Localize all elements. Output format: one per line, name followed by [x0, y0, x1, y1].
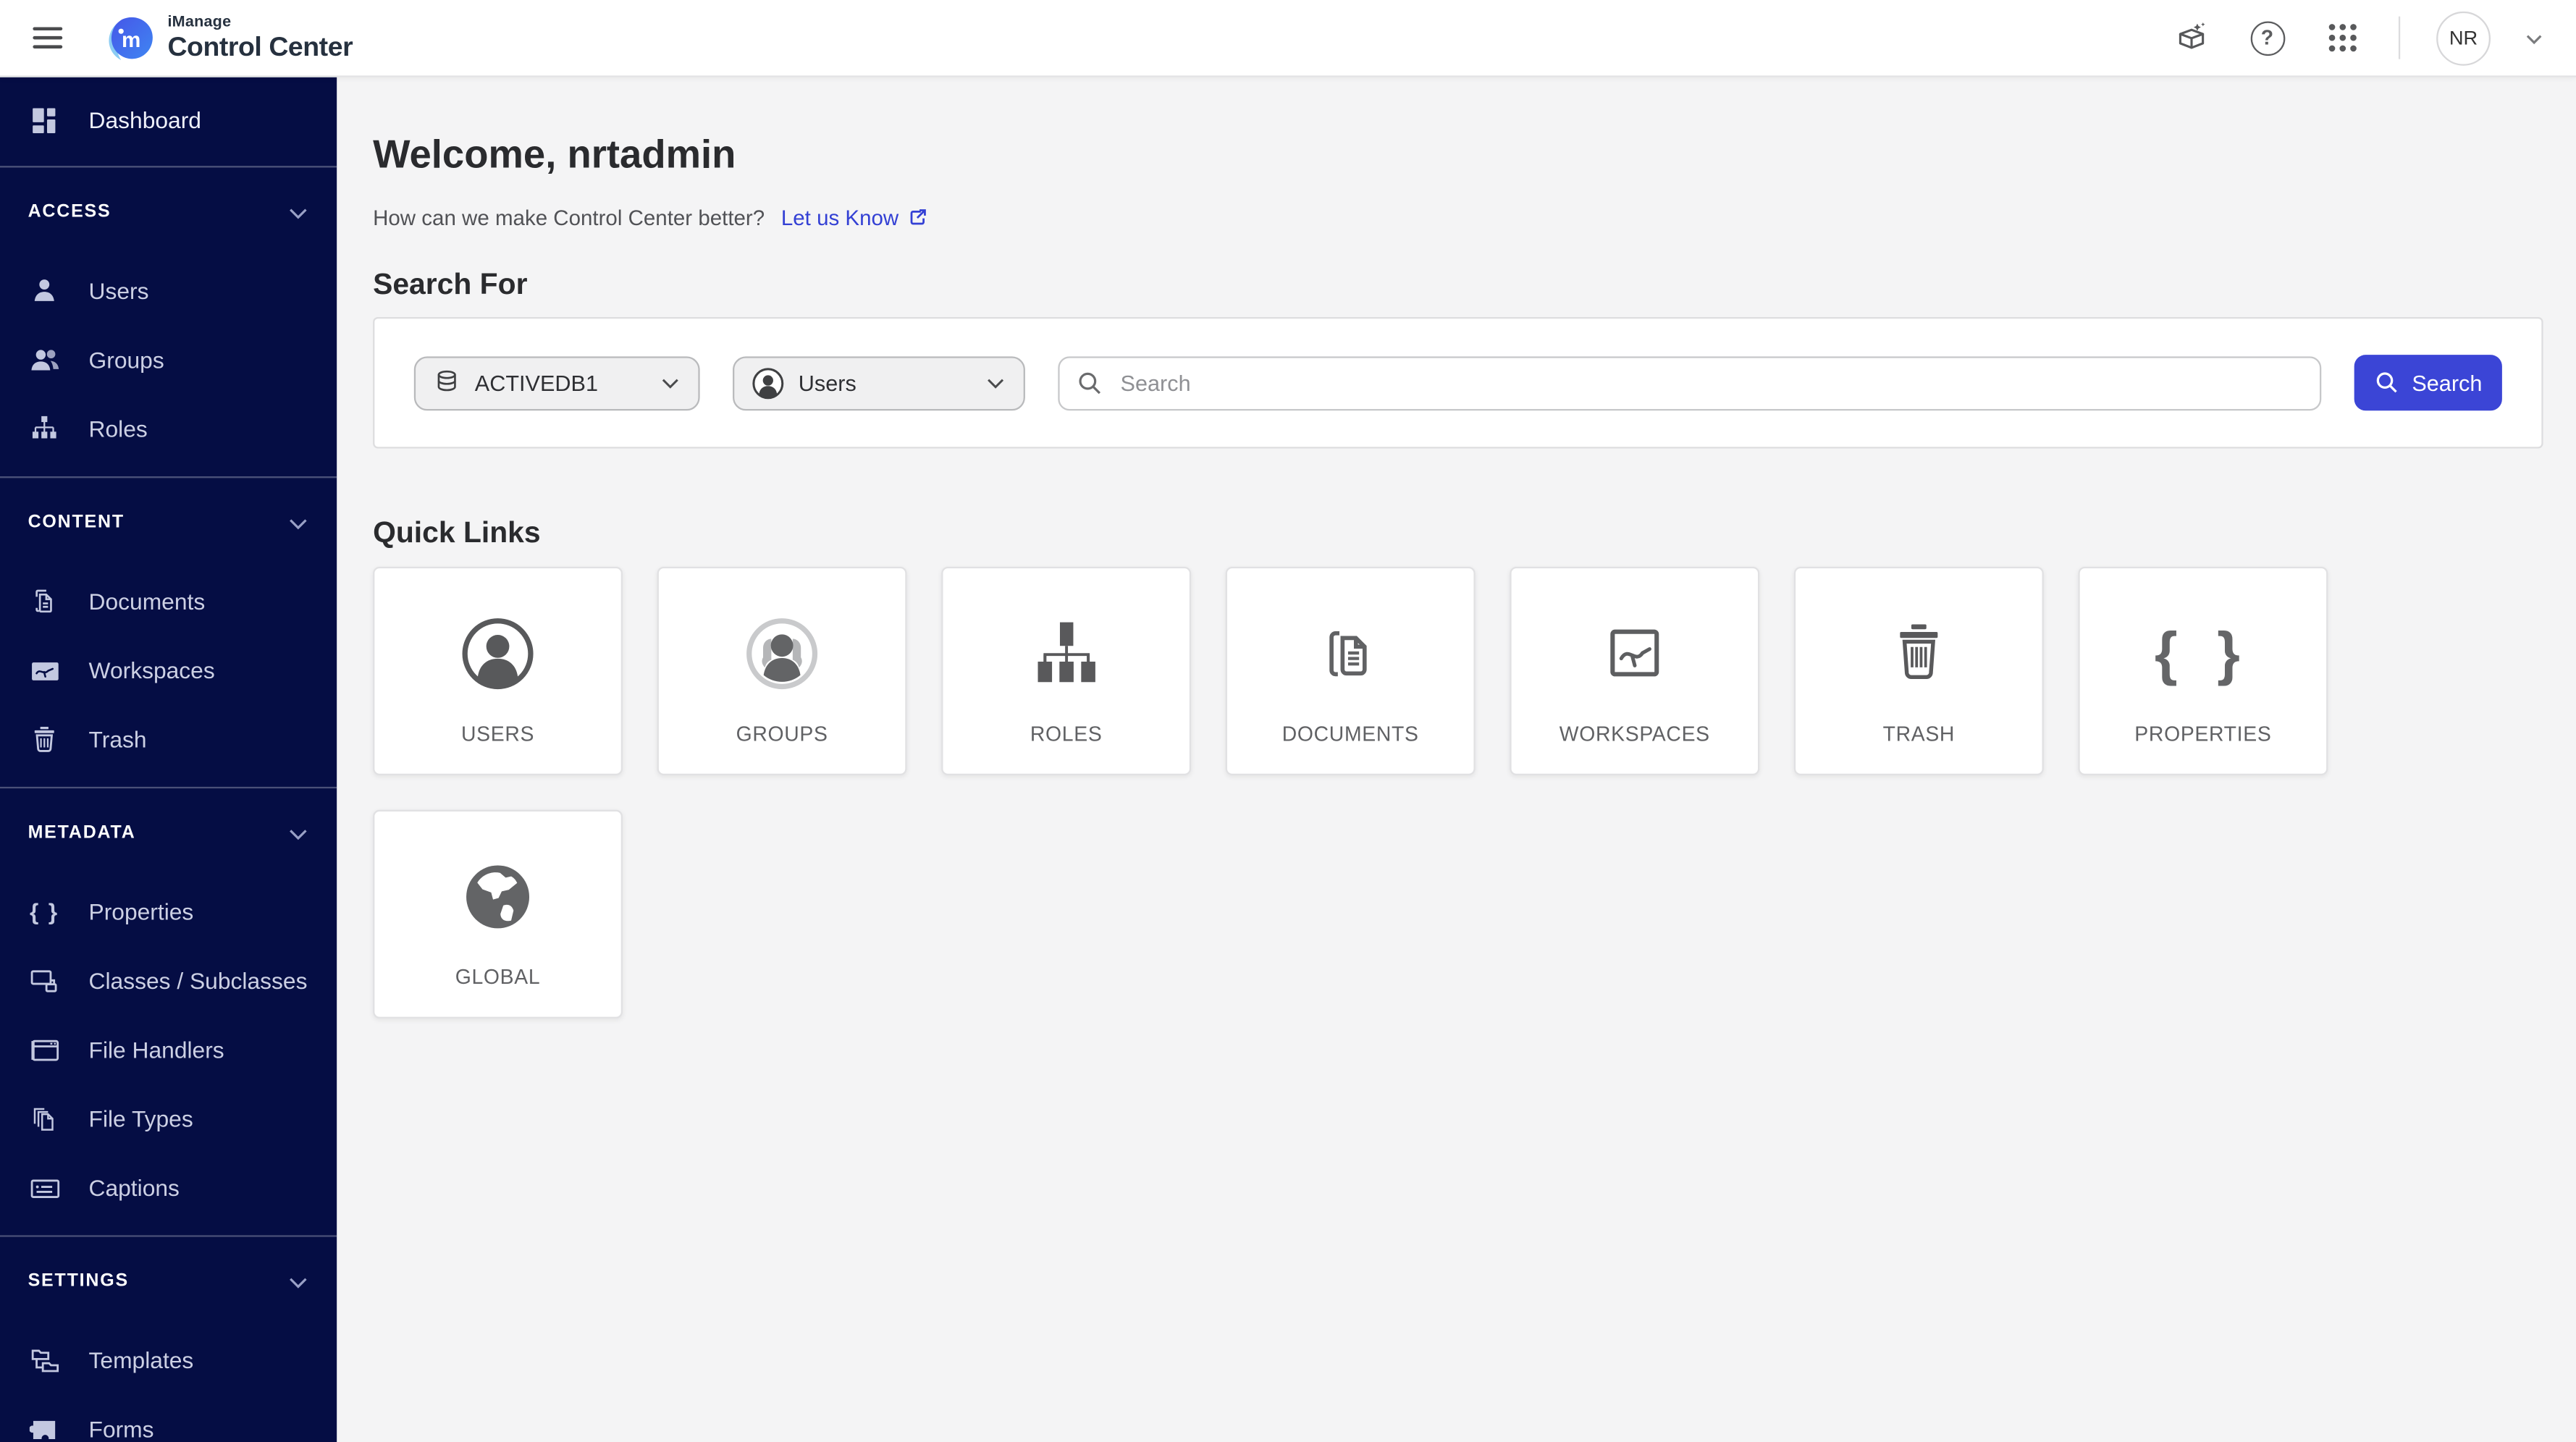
sidebar-nav: Dashboard ACCESS Users Groups Roles CONT…	[0, 77, 337, 1442]
chevron-down-icon	[290, 1277, 307, 1288]
sidebar-divider	[0, 476, 337, 478]
database-icon	[437, 370, 456, 392]
avatar-initials: NR	[2449, 26, 2478, 50]
sidebar-divider	[0, 166, 337, 168]
sidebar-section-access[interactable]: ACCESS	[0, 187, 337, 237]
feedback-prompt: How can we make Control Center better?	[373, 205, 765, 230]
search-button[interactable]: Search	[2354, 355, 2502, 411]
user-avatar-icon	[752, 367, 784, 399]
caption-card-icon	[28, 1172, 61, 1203]
quick-link-global[interactable]: GLOBAL	[373, 809, 623, 1019]
chevron-down-icon	[662, 379, 678, 389]
page-title: Welcome, nrtadmin	[373, 132, 736, 178]
quick-links-grid: USERS GROUPS ROLES DOCUMENTS WORKSPACES …	[373, 566, 2543, 1019]
brand-name: iManage	[167, 13, 232, 32]
trash-icon	[28, 725, 61, 754]
group-circle-icon	[743, 615, 822, 693]
svg-text:m: m	[122, 28, 140, 51]
search-icon	[1079, 371, 1100, 394]
search-type-dropdown[interactable]: Users	[733, 355, 1025, 410]
quick-link-documents[interactable]: DOCUMENTS	[1225, 566, 1476, 776]
feedback-row: How can we make Control Center better? L…	[373, 206, 2543, 230]
app-grid-icon[interactable]	[2323, 18, 2362, 57]
brand-text: iManage Control Center	[167, 14, 353, 61]
hierarchy-icon	[28, 414, 61, 444]
chevron-down-icon	[290, 829, 307, 840]
sidebar-item-label: Dashboard	[88, 106, 201, 133]
external-link-icon	[910, 209, 926, 225]
let-us-know-link[interactable]: Let us Know	[781, 206, 928, 230]
sidebar-item-file-types[interactable]: File Types	[0, 1084, 337, 1153]
braces-icon: { }	[30, 898, 59, 925]
account-menu-chevron-icon[interactable]	[2514, 18, 2553, 57]
search-section-title: Search For	[373, 267, 528, 301]
sidebar-item-documents[interactable]: Documents	[0, 567, 337, 636]
sidebar-item-workspaces[interactable]: Workspaces	[0, 636, 337, 704]
documents-icon	[28, 586, 61, 616]
imanage-logo: m iManage Control Center	[102, 11, 353, 65]
top-bar: m iManage Control Center ? NR	[0, 0, 2576, 77]
globe-icon	[460, 857, 535, 936]
sidebar-item-captions[interactable]: Captions	[0, 1153, 337, 1222]
sidebar-item-groups[interactable]: Groups	[0, 325, 337, 394]
quick-links-title: Quick Links	[373, 515, 541, 549]
sidebar-item-dashboard[interactable]: Dashboard	[0, 87, 337, 153]
app-window: m iManage Control Center ? NR Dashboard …	[0, 0, 2576, 1442]
sidebar-item-users[interactable]: Users	[0, 256, 337, 325]
search-icon	[2376, 372, 2397, 393]
quick-link-trash[interactable]: TRASH	[1793, 566, 2044, 776]
whats-new-icon[interactable]	[2172, 18, 2211, 57]
sidebar-item-roles[interactable]: Roles	[0, 395, 337, 463]
sidebar-item-forms[interactable]: Forms	[0, 1394, 337, 1442]
hierarchy-icon	[1028, 615, 1103, 693]
quick-link-users[interactable]: USERS	[373, 566, 623, 776]
chevron-down-icon	[290, 518, 307, 529]
main-content: Welcome, nrtadmin How can we make Contro…	[337, 77, 2576, 1442]
imanage-logo-icon: m	[102, 11, 156, 65]
quick-link-groups[interactable]: GROUPS	[657, 566, 907, 776]
search-panel: ACTIVEDB1 Users Search Search	[373, 316, 2543, 449]
folders-icon	[28, 1344, 61, 1375]
sidebar-item-templates[interactable]: Templates	[0, 1325, 337, 1394]
sidebar-item-file-handlers[interactable]: File Handlers	[0, 1015, 337, 1084]
quick-link-roles[interactable]: ROLES	[941, 566, 1192, 776]
classes-icon	[28, 965, 61, 996]
file-stack-icon	[28, 1104, 61, 1134]
workspace-icon	[28, 654, 61, 686]
help-icon[interactable]: ?	[2247, 18, 2286, 57]
braces-icon: { }	[2154, 619, 2252, 687]
hamburger-menu-icon[interactable]	[26, 17, 69, 59]
search-input[interactable]	[1117, 368, 2304, 397]
app-title: Control Center	[167, 32, 353, 62]
chevron-down-icon	[290, 208, 307, 219]
database-dropdown-value: ACTIVEDB1	[474, 370, 599, 395]
workspace-icon	[1597, 615, 1672, 693]
quick-link-properties[interactable]: { } PROPERTIES	[2078, 566, 2328, 776]
user-circle-icon	[458, 615, 537, 693]
header-divider	[2398, 16, 2401, 59]
sidebar-item-trash[interactable]: Trash	[0, 704, 337, 773]
puzzle-icon	[28, 1414, 61, 1442]
window-icon	[28, 1034, 61, 1065]
user-avatar[interactable]: NR	[2436, 10, 2491, 65]
database-dropdown[interactable]: ACTIVEDB1	[413, 355, 700, 410]
users-group-icon	[28, 344, 61, 375]
sidebar-section-metadata[interactable]: METADATA	[0, 808, 337, 857]
sidebar-divider	[0, 1235, 337, 1237]
search-type-dropdown-value: Users	[798, 370, 856, 395]
trash-icon	[1882, 615, 1955, 693]
sidebar-section-settings[interactable]: SETTINGS	[0, 1257, 337, 1306]
user-icon	[28, 276, 61, 305]
top-actions: ? NR	[2172, 10, 2553, 65]
sidebar-item-properties[interactable]: { } Properties	[0, 877, 337, 946]
sidebar-divider	[0, 786, 337, 789]
sidebar-item-classes-subclasses[interactable]: Classes / Subclasses	[0, 946, 337, 1015]
search-field	[1058, 355, 2322, 410]
chevron-down-icon	[988, 379, 1004, 389]
dashboard-grid-icon	[28, 104, 61, 135]
sidebar-section-content[interactable]: CONTENT	[0, 498, 337, 547]
quick-link-workspaces[interactable]: WORKSPACES	[1510, 566, 1760, 776]
documents-icon	[1313, 615, 1388, 693]
